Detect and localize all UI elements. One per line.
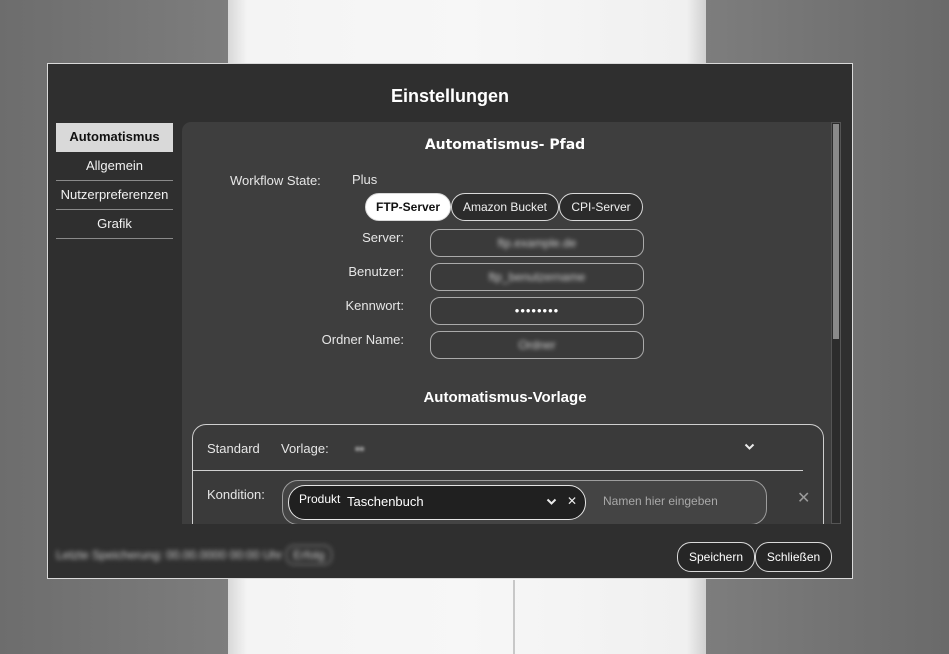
settings-content-panel[interactable]: Automatismus- Pfad Workflow State: Plus … [182,122,832,524]
sidebar-item-automatismus[interactable]: Automatismus [56,123,173,152]
template-section-heading: Automatismus-Vorlage [423,389,587,406]
name-input-placeholder[interactable]: Namen hier eingeben [603,494,718,508]
status-message: Letzte Speicherung: 00.00.0000 00:00 Uhr [56,548,283,562]
condition-input[interactable]: Produkt Taschenbuch ✕ Namen hier eingebe… [282,480,767,524]
template-card: Standard Vorlage: ▪▪ Kondition: Produkt … [192,424,824,524]
clear-x-icon[interactable]: ✕ [567,494,577,508]
path-section-heading: Automatismus- Pfad [424,137,586,153]
card-divider [193,470,803,471]
password-field[interactable]: •••••••• [430,297,644,325]
password-label: Kennwort: [345,298,404,313]
folder-name-value: Ordner [518,338,556,352]
user-value: ftp_benutzername [488,270,586,284]
server-value: ftp.example.de [497,236,577,250]
scrollbar[interactable] [831,122,841,524]
chevron-down-icon[interactable] [744,440,755,455]
template-label: Vorlage: [281,441,329,456]
folder-name-field[interactable]: Ordner [430,331,644,359]
sidebar-item-grafik[interactable]: Grafik [56,210,173,239]
sidebar-item-nutzerpreferenzen[interactable]: Nutzerpreferenzen [56,181,173,210]
chevron-down-icon[interactable] [546,495,557,510]
close-icon[interactable]: ✕ [797,488,810,508]
server-field[interactable]: ftp.example.de [430,229,644,257]
condition-value: Taschenbuch [347,494,424,509]
amazon-bucket-option[interactable]: Amazon Bucket [451,193,559,221]
condition-field-name: Produkt [299,492,341,506]
background-line [513,580,515,654]
password-value: •••••••• [514,303,560,318]
folder-name-label: Ordner Name: [321,332,404,347]
condition-label: Kondition: [207,487,265,502]
user-field[interactable]: ftp_benutzername [430,263,644,291]
server-label: Server: [362,230,404,245]
standard-label: Standard [207,441,260,456]
dialog-title: Einstellungen [390,86,509,106]
settings-sidebar: Automatismus Allgemein Nutzerpreferenzen… [56,123,173,239]
settings-dialog: Einstellungen Automatismus Allgemein Nut… [47,63,853,579]
scrollbar-thumb[interactable] [833,124,839,339]
user-label: Benutzer: [348,264,404,279]
ftp-server-option[interactable]: FTP-Server [365,193,451,221]
workflow-state-label: Workflow State: [230,173,321,188]
workflow-state-value: Plus [352,172,378,187]
status-text: Letzte Speicherung: 00.00.0000 00:00 Uhr… [56,545,332,565]
close-button[interactable]: Schließen [755,542,832,572]
status-badge: Erfolg [286,545,332,565]
template-value[interactable]: ▪▪ [355,441,364,456]
sidebar-item-allgemein[interactable]: Allgemein [56,152,173,181]
cpi-server-option[interactable]: CPI-Server [559,193,643,221]
save-button[interactable]: Speichern [677,542,755,572]
condition-chip[interactable]: Produkt Taschenbuch ✕ [288,485,586,520]
